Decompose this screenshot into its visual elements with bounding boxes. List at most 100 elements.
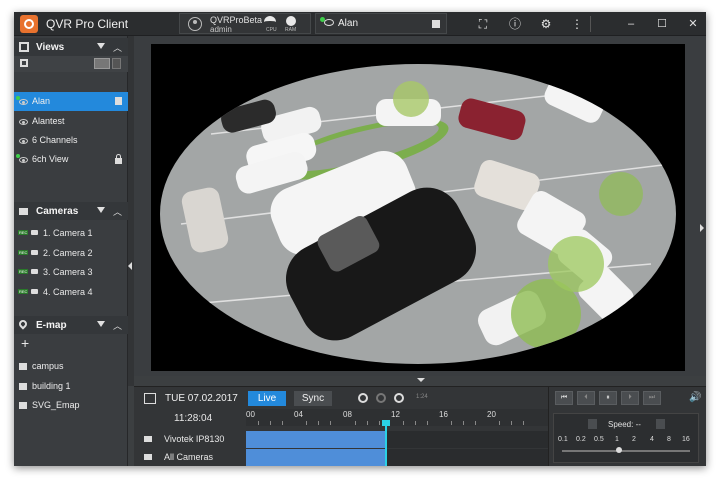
- speed-tick: 0.5: [594, 436, 604, 443]
- more-menu-icon[interactable]: ⋮: [570, 17, 584, 31]
- timeline-row[interactable]: Vivotek IP8130: [142, 431, 548, 448]
- volume-icon[interactable]: 🔊: [689, 392, 701, 404]
- view-item-label: Alan: [32, 96, 51, 106]
- recording-bar[interactable]: [246, 449, 386, 466]
- skip-start-button[interactable]: ⏮: [555, 391, 573, 405]
- view-item-6-channels[interactable]: 6 Channels: [14, 131, 128, 150]
- view-item-alantest[interactable]: Alantest: [14, 112, 128, 131]
- collapse-icon[interactable]: ︿: [113, 319, 122, 332]
- fullscreen-icon[interactable]: ⛶: [476, 17, 490, 31]
- layout-icon[interactable]: [20, 59, 28, 67]
- fisheye-image: [151, 44, 685, 371]
- prev-frame-button[interactable]: ⏴: [577, 391, 595, 405]
- filter-icon[interactable]: [97, 43, 105, 49]
- layout-spinner-icon[interactable]: [112, 58, 121, 69]
- tick: [451, 421, 452, 425]
- row-label: All Cameras: [164, 452, 214, 462]
- live-button[interactable]: Live: [248, 391, 286, 406]
- timeline-panel: TUE 07.02.2017 Live Sync 1:24 11:28:04 0…: [134, 386, 548, 466]
- add-emap-button[interactable]: +: [14, 335, 128, 353]
- collapse-sidebar-arrow-icon[interactable]: [128, 262, 132, 270]
- camera-item[interactable]: REC 4. Camera 4: [14, 283, 128, 302]
- views-toolbar: [14, 56, 128, 72]
- next-frame-button[interactable]: ⏵: [621, 391, 639, 405]
- pause-button[interactable]: ⏸: [599, 391, 617, 405]
- view-item-alan[interactable]: Alan: [14, 92, 128, 111]
- user-role: admin: [210, 25, 232, 34]
- zoom-fit-icon[interactable]: [394, 393, 404, 403]
- collapse-timeline-arrow-icon[interactable]: [417, 378, 425, 382]
- minimize-button[interactable]: –: [624, 17, 638, 31]
- view-item-6ch-view[interactable]: 6ch View: [14, 150, 128, 169]
- camera-item[interactable]: REC 1. Camera 1: [14, 224, 128, 243]
- zoom-out-icon[interactable]: [376, 393, 386, 403]
- tick: [379, 421, 380, 425]
- view-item-label: Alantest: [32, 116, 65, 126]
- tick: [355, 421, 356, 425]
- speed-decrease-button[interactable]: [588, 419, 597, 429]
- skip-end-button[interactable]: ⏭: [643, 391, 661, 405]
- calendar-icon[interactable]: [144, 393, 156, 404]
- timeline-row[interactable]: All Cameras: [142, 449, 548, 466]
- speed-tick: 16: [682, 436, 690, 443]
- app-logo-icon: [20, 15, 38, 33]
- tick-label: 12: [391, 410, 400, 419]
- tick: [258, 421, 259, 425]
- maximize-button[interactable]: ☐: [655, 17, 669, 31]
- speed-label: Speed: --: [608, 420, 641, 429]
- tick-label: 00: [246, 410, 255, 419]
- layout-toggle-icon[interactable]: [94, 58, 110, 69]
- tick: [318, 421, 319, 425]
- eye-icon: [19, 138, 28, 144]
- cpu-gauge-icon: [264, 16, 276, 26]
- zoom-in-icon[interactable]: [358, 393, 368, 403]
- camera-item[interactable]: REC 2. Camera 2: [14, 244, 128, 263]
- speed-slider-track[interactable]: [562, 450, 690, 452]
- tick: [523, 421, 524, 425]
- tick: [403, 421, 404, 425]
- emap-item[interactable]: building 1: [14, 377, 128, 396]
- map-icon: [19, 363, 27, 370]
- views-section-header[interactable]: Views ︿: [14, 38, 128, 56]
- tick: [367, 421, 368, 425]
- tick-label: 16: [439, 410, 448, 419]
- camera-label: 3. Camera 3: [43, 267, 93, 277]
- timeline-ruler[interactable]: 00 04 08 12 16 20: [246, 409, 548, 426]
- speed-increase-button[interactable]: [656, 419, 665, 429]
- emap-title: E-map: [36, 320, 67, 331]
- playhead[interactable]: [384, 421, 387, 466]
- views-title: Views: [36, 42, 65, 53]
- views-grid-icon: [19, 42, 29, 52]
- camera-video-feed[interactable]: [151, 44, 685, 371]
- close-button[interactable]: ✕: [686, 17, 700, 31]
- cameras-section-header[interactable]: Cameras ︿: [14, 202, 128, 220]
- emap-section-header[interactable]: E-map ︿: [14, 316, 128, 334]
- camera-item[interactable]: REC 3. Camera 3: [14, 263, 128, 282]
- current-view-selector[interactable]: Alan: [315, 13, 447, 34]
- app-title: QVR Pro Client: [46, 17, 129, 31]
- recording-bar[interactable]: [246, 431, 386, 448]
- camera-label: 2. Camera 2: [43, 248, 93, 258]
- tick-label: 04: [294, 410, 303, 419]
- speed-tick: 2: [632, 436, 636, 443]
- plus-icon: +: [21, 335, 30, 351]
- emap-item[interactable]: campus: [14, 357, 128, 376]
- cameras-title: Cameras: [36, 206, 79, 217]
- emap-item[interactable]: SVG_Emap: [14, 396, 128, 415]
- info-icon[interactable]: ⓘ: [508, 17, 522, 31]
- sync-button[interactable]: Sync: [294, 391, 332, 406]
- playback-controls: ⏮ ⏴ ⏸ ⏵ ⏭ 🔊 Speed: -- 0.1 0.2 0.5 1 2 4 …: [548, 386, 706, 466]
- save-icon[interactable]: [432, 20, 440, 28]
- collapse-right-arrow-icon[interactable]: [700, 224, 704, 232]
- collapse-icon[interactable]: ︿: [113, 41, 122, 54]
- user-status-box[interactable]: QVRProBeta admin CPU RAM: [179, 13, 311, 34]
- speed-slider-thumb[interactable]: [616, 447, 622, 453]
- collapse-icon[interactable]: ︿: [113, 205, 122, 218]
- filter-icon[interactable]: [97, 321, 105, 327]
- timeline-date[interactable]: TUE 07.02.2017: [165, 393, 238, 404]
- filter-icon[interactable]: [97, 207, 105, 213]
- save-icon[interactable]: [115, 97, 122, 105]
- ram-label: RAM: [285, 27, 297, 33]
- cpu-label: CPU: [266, 27, 277, 33]
- settings-gear-icon[interactable]: ⚙: [539, 17, 553, 31]
